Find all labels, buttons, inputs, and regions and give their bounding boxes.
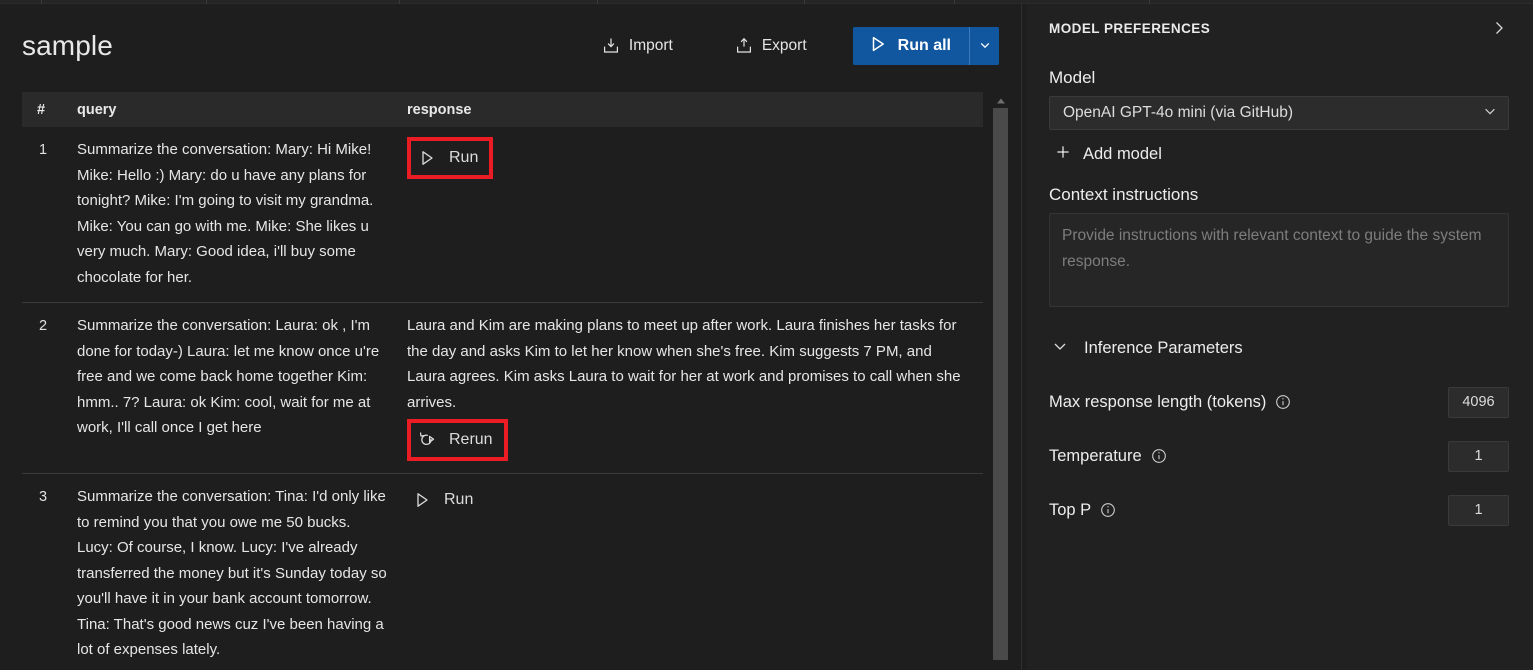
top-p-input[interactable] <box>1448 494 1509 526</box>
row-rerun-button[interactable]: Rerun <box>412 424 501 456</box>
temperature-input[interactable] <box>1448 440 1509 472</box>
highlight-annotation: Run <box>407 137 494 179</box>
column-header-query: query <box>77 101 117 118</box>
model-label: Model <box>1049 68 1096 87</box>
scrollbar-thumb[interactable] <box>993 108 1008 660</box>
row-query-text[interactable]: Summarize the conversation: Tina: I'd on… <box>77 484 407 663</box>
export-label: Export <box>761 37 807 54</box>
chevron-down-icon <box>1482 103 1498 124</box>
run-all-label: Run all <box>897 37 951 54</box>
param-row-temperature: Temperature <box>1049 440 1509 472</box>
grid-pane: sample Import Export Run all # query res… <box>0 0 1021 670</box>
column-header-response: response <box>407 101 472 118</box>
row-run-button[interactable]: Run <box>407 484 481 516</box>
row-response-cell: Run <box>407 137 983 290</box>
row-rerun-label: Rerun <box>449 431 493 448</box>
play-outline-icon <box>413 491 431 509</box>
max-response-length-input[interactable] <box>1448 386 1509 418</box>
model-select[interactable]: OpenAI GPT-4o mini (via GitHub) <box>1049 96 1509 130</box>
export-upload-icon <box>735 37 753 55</box>
param-label-text: Max response length (tokens) <box>1049 392 1267 411</box>
grid-header-row: # query response <box>22 92 983 127</box>
import-button[interactable]: Import <box>592 29 683 63</box>
row-index: 3 <box>39 489 48 505</box>
scroll-up-arrow-icon[interactable] <box>993 94 1008 108</box>
model-preferences-pane: MODEL PREFERENCES Model OpenAI GPT-4o mi… <box>1027 0 1533 670</box>
run-all-menu-button[interactable] <box>969 27 999 65</box>
info-circle-icon[interactable] <box>1100 502 1116 518</box>
row-index: 1 <box>39 142 48 158</box>
toolbar: sample Import Export Run all <box>0 4 1021 88</box>
context-instructions-label: Context instructions <box>1049 185 1199 204</box>
chevron-down-icon <box>978 38 992 55</box>
param-label-text: Top P <box>1049 500 1092 519</box>
row-response-text: Laura and Kim are making plans to meet u… <box>407 317 961 411</box>
row-run-label: Run <box>449 149 479 166</box>
row-response-cell: Run <box>407 484 983 663</box>
chevron-down-icon <box>1051 337 1069 360</box>
info-circle-icon[interactable] <box>1151 448 1167 464</box>
grid-body: 1 Summarize the conversation: Mary: Hi M… <box>22 127 983 670</box>
row-run-label: Run <box>444 491 474 508</box>
table-row: 3 Summarize the conversation: Tina: I'd … <box>22 474 983 670</box>
add-model-button[interactable]: Add model <box>1053 140 1168 169</box>
model-preferences-header: MODEL PREFERENCES <box>1049 4 1509 52</box>
inference-parameters-label: Inference Parameters <box>1084 339 1243 357</box>
model-preferences-title: MODEL PREFERENCES <box>1049 20 1211 36</box>
param-row-top-p: Top P <box>1049 494 1509 526</box>
run-all-split-button: Run all <box>852 27 999 65</box>
export-button[interactable]: Export <box>725 29 817 63</box>
table-row: 1 Summarize the conversation: Mary: Hi M… <box>22 127 983 303</box>
highlight-annotation: Rerun <box>407 419 508 461</box>
row-query-text[interactable]: Summarize the conversation: Laura: ok , … <box>77 313 407 461</box>
param-row-max-response-length: Max response length (tokens) <box>1049 386 1509 418</box>
app-root: sample Import Export Run all # query res… <box>0 0 1533 670</box>
info-circle-icon[interactable] <box>1275 394 1291 410</box>
page-title: sample <box>22 30 113 61</box>
run-all-button[interactable]: Run all <box>852 27 969 65</box>
grid-vertical-scrollbar[interactable] <box>993 92 1008 670</box>
inference-parameters-accordion[interactable]: Inference Parameters <box>1051 333 1509 364</box>
column-header-index: # <box>37 101 46 118</box>
rerun-circular-arrow-play-icon <box>418 431 436 449</box>
plus-icon <box>1055 144 1071 165</box>
prompt-grid: # query response 1 Summarize the convers… <box>22 92 983 670</box>
import-download-icon <box>602 37 620 55</box>
add-model-label: Add model <box>1083 145 1162 163</box>
play-outline-icon <box>869 35 887 58</box>
chevron-right-icon[interactable] <box>1489 18 1509 38</box>
row-response-cell: Laura and Kim are making plans to meet u… <box>407 313 983 461</box>
row-run-button[interactable]: Run <box>412 142 486 174</box>
row-index: 2 <box>39 318 48 334</box>
model-select-value: OpenAI GPT-4o mini (via GitHub) <box>1063 104 1293 121</box>
context-instructions-input[interactable]: Provide instructions with relevant conte… <box>1049 213 1509 307</box>
row-query-text[interactable]: Summarize the conversation: Mary: Hi Mik… <box>77 137 407 290</box>
table-row: 2 Summarize the conversation: Laura: ok … <box>22 303 983 474</box>
import-label: Import <box>628 37 673 54</box>
param-label-text: Temperature <box>1049 446 1142 465</box>
play-outline-icon <box>418 149 436 167</box>
